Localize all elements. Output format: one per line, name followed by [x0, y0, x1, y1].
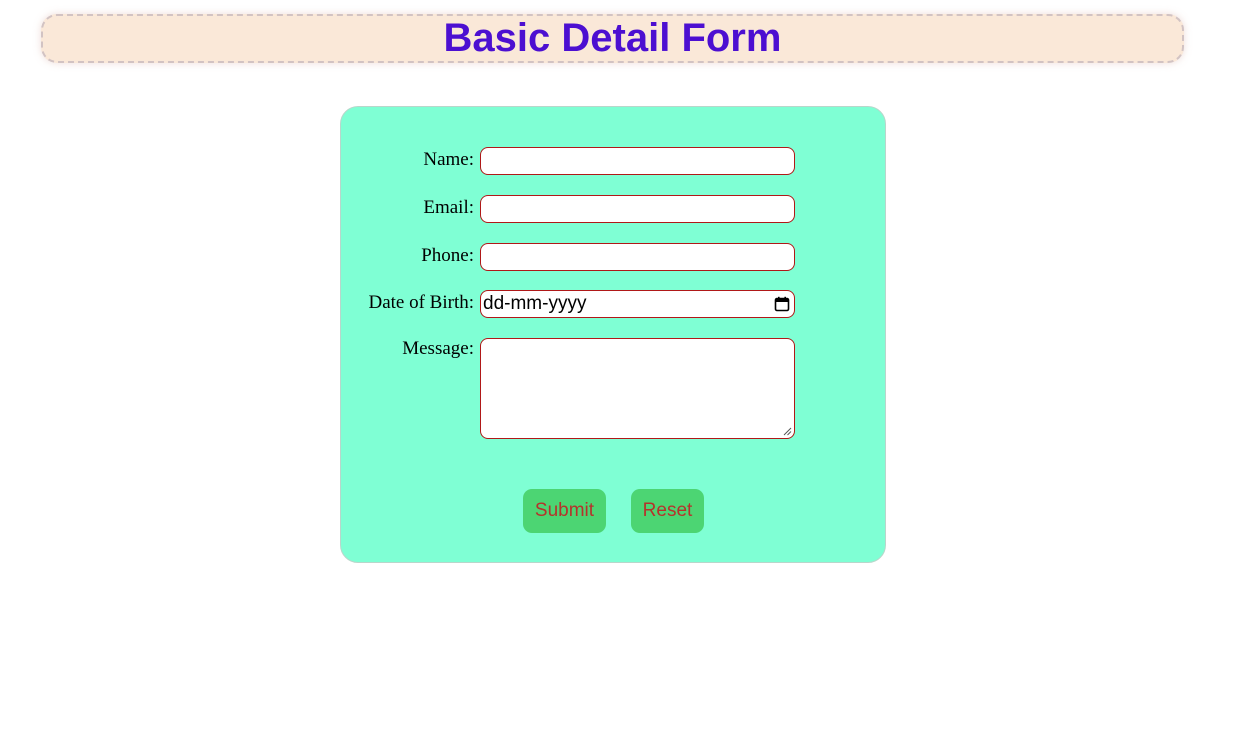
- phone-label: Phone:: [421, 245, 474, 266]
- name-label: Name:: [423, 149, 474, 170]
- email-field[interactable]: [480, 195, 795, 223]
- message-label: Message:: [402, 338, 474, 359]
- message-field[interactable]: [480, 338, 795, 439]
- dob-label: Date of Birth:: [368, 292, 474, 313]
- calendar-icon[interactable]: [774, 296, 790, 312]
- dob-field[interactable]: dd-mm-yyyy: [480, 290, 795, 318]
- dob-placeholder: dd-mm-yyyy: [483, 293, 587, 314]
- resize-handle-icon[interactable]: [783, 427, 792, 436]
- phone-field[interactable]: [480, 243, 795, 271]
- page-header: Basic Detail Form: [41, 14, 1184, 63]
- detail-form: Name: Email: Phone: Date of Birth: dd-mm…: [340, 106, 886, 563]
- email-label: Email:: [423, 197, 474, 218]
- reset-button[interactable]: Reset: [631, 489, 704, 533]
- submit-button[interactable]: Submit: [523, 489, 606, 533]
- name-field[interactable]: [480, 147, 795, 175]
- page-title: Basic Detail Form: [443, 15, 782, 60]
